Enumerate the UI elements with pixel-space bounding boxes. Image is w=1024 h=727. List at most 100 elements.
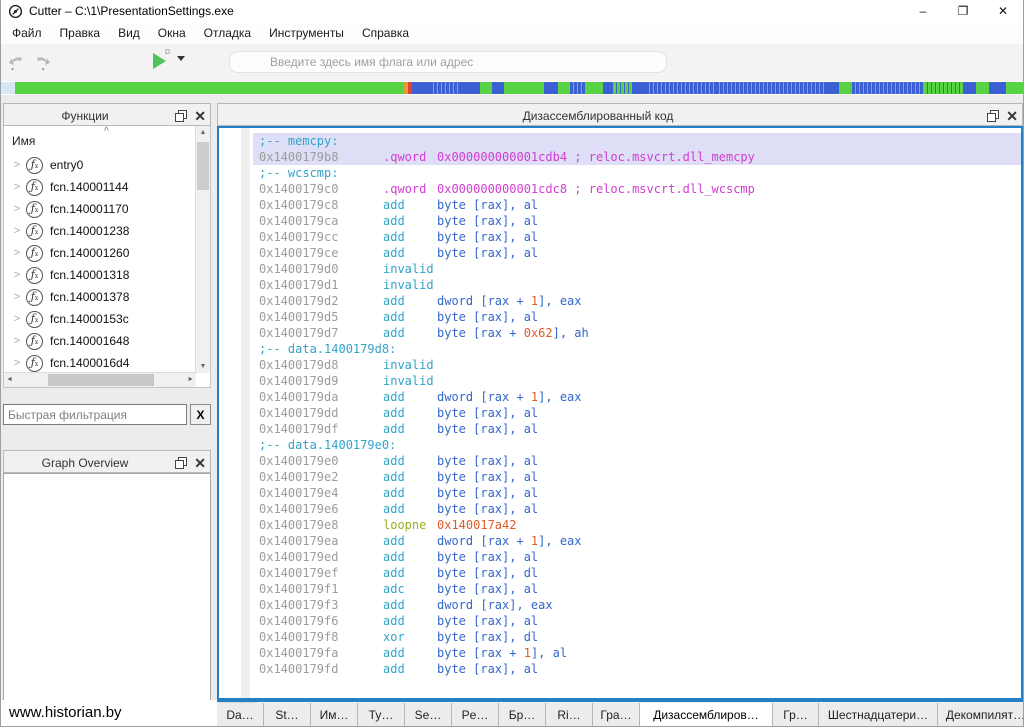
close-icon[interactable]: ✕	[1006, 109, 1018, 123]
filter-clear-button[interactable]: X	[190, 404, 211, 425]
disasm-line[interactable]: 0x1400179faaddbyte [rax + 1], al	[253, 645, 1021, 661]
disasm-line[interactable]: 0x1400179d2adddword [rax + 1], eax	[253, 293, 1021, 309]
tab-3[interactable]: Ту…	[358, 703, 405, 727]
back-button[interactable]	[6, 51, 28, 73]
undock-icon[interactable]	[175, 457, 187, 469]
disasm-line[interactable]: 0x1400179fdaddbyte [rax], al	[253, 661, 1021, 677]
disasm-line[interactable]: 0x1400179f6addbyte [rax], al	[253, 613, 1021, 629]
expand-chevron-icon[interactable]: >	[10, 159, 24, 171]
expand-chevron-icon[interactable]: >	[10, 291, 24, 303]
function-item[interactable]: >ƒxfcn.140001144	[4, 176, 195, 198]
disasm-line[interactable]: 0x1400179caaddbyte [rax], al	[253, 213, 1021, 229]
function-item[interactable]: >ƒxentry0	[4, 154, 195, 176]
scroll-left-icon[interactable]: ◄	[6, 376, 13, 383]
expand-chevron-icon[interactable]: >	[10, 269, 24, 281]
disasm-line[interactable]: 0x1400179e0addbyte [rax], al	[253, 453, 1021, 469]
graph-overview-canvas[interactable]	[3, 473, 211, 701]
disasm-line[interactable]: ;-- data.1400179e0:	[253, 437, 1021, 453]
disasm-line[interactable]: 0x1400179edaddbyte [rax], al	[253, 549, 1021, 565]
disasm-line[interactable]: 0x1400179e6addbyte [rax], al	[253, 501, 1021, 517]
disasm-line[interactable]: 0x1400179c0.qword0x000000000001cdc8 ; re…	[253, 181, 1021, 197]
expand-chevron-icon[interactable]: >	[10, 203, 24, 215]
undock-icon[interactable]	[175, 110, 187, 122]
close-icon[interactable]: ✕	[194, 456, 206, 470]
disasm-line[interactable]: 0x1400179b8.qword0x000000000001cdb4 ; re…	[253, 149, 1021, 165]
expand-chevron-icon[interactable]: >	[10, 313, 24, 325]
tab-6[interactable]: Бр…	[499, 703, 546, 727]
scroll-down-icon[interactable]: ▼	[196, 363, 210, 370]
address-minimap[interactable]	[1, 82, 1023, 94]
functions-horizontal-scrollbar[interactable]: ◄ ►	[4, 372, 196, 387]
menu-item-1[interactable]: Правка	[51, 24, 110, 42]
disasm-line[interactable]: ;-- memcpy:	[253, 133, 1021, 149]
tab-4[interactable]: Se…	[405, 703, 452, 727]
close-button[interactable]: ✕	[983, 0, 1023, 22]
forward-button[interactable]	[31, 51, 53, 73]
tab-0[interactable]: Da…	[217, 703, 264, 727]
vertical-scroll-thumb[interactable]	[197, 142, 209, 190]
disasm-line[interactable]: 0x1400179d9invalid	[253, 373, 1021, 389]
tab-8[interactable]: Гра…	[593, 703, 640, 727]
disassembly-view[interactable]: ;-- memcpy:0x1400179b8.qword0x0000000000…	[217, 126, 1023, 700]
expand-chevron-icon[interactable]: >	[10, 181, 24, 193]
disasm-line[interactable]: 0x1400179e8loopne0x140017a42	[253, 517, 1021, 533]
quick-filter-input[interactable]	[3, 404, 187, 425]
expand-chevron-icon[interactable]: >	[10, 225, 24, 237]
disasm-line[interactable]: ;-- wcscmp:	[253, 165, 1021, 181]
disasm-line[interactable]: 0x1400179ceaddbyte [rax], al	[253, 245, 1021, 261]
tab-2[interactable]: Им…	[311, 703, 358, 727]
tab-5[interactable]: Pe…	[452, 703, 499, 727]
minimize-button[interactable]: –	[903, 0, 943, 22]
disasm-line[interactable]: 0x1400179f1adcbyte [rax], al	[253, 581, 1021, 597]
scroll-up-icon[interactable]: ▲	[196, 129, 210, 136]
disasm-line[interactable]: 0x1400179d0invalid	[253, 261, 1021, 277]
debug-dropdown-caret[interactable]	[177, 56, 185, 61]
disasm-line[interactable]: ;-- data.1400179d8:	[253, 341, 1021, 357]
function-item[interactable]: >ƒxfcn.140001318	[4, 264, 195, 286]
expand-chevron-icon[interactable]: >	[10, 247, 24, 259]
tab-1[interactable]: St…	[264, 703, 311, 727]
disasm-line[interactable]: 0x1400179f8xorbyte [rax], dl	[253, 629, 1021, 645]
expand-chevron-icon[interactable]: >	[10, 357, 24, 369]
function-item[interactable]: >ƒxfcn.140001648	[4, 330, 195, 352]
restore-button[interactable]: ❐	[943, 0, 983, 22]
menu-item-2[interactable]: Вид	[109, 24, 149, 42]
menu-item-0[interactable]: Файл	[3, 24, 51, 42]
menu-item-6[interactable]: Справка	[353, 24, 418, 42]
disasm-line[interactable]: 0x1400179c8addbyte [rax], al	[253, 197, 1021, 213]
tab-11[interactable]: Шестнадцатери…	[819, 703, 938, 727]
function-item[interactable]: >ƒxfcn.1400016d4	[4, 352, 195, 374]
debug-start-button[interactable]: D	[153, 52, 193, 72]
disasm-line[interactable]: 0x1400179ccaddbyte [rax], al	[253, 229, 1021, 245]
disasm-line[interactable]: 0x1400179d1invalid	[253, 277, 1021, 293]
function-item[interactable]: >ƒxfcn.140001238	[4, 220, 195, 242]
disasm-line[interactable]: 0x1400179d7addbyte [rax + 0x62], ah	[253, 325, 1021, 341]
function-item[interactable]: >ƒxfcn.140001378	[4, 286, 195, 308]
close-icon[interactable]: ✕	[194, 109, 206, 123]
disasm-line[interactable]: 0x1400179ddaddbyte [rax], al	[253, 405, 1021, 421]
tab-12[interactable]: Декомпилят…	[938, 703, 1024, 727]
scroll-right-icon[interactable]: ►	[187, 376, 194, 383]
disasm-line[interactable]: 0x1400179efaddbyte [rax], dl	[253, 565, 1021, 581]
functions-column-header[interactable]: Имя	[12, 134, 35, 148]
disasm-line[interactable]: 0x1400179e4addbyte [rax], al	[253, 485, 1021, 501]
expand-chevron-icon[interactable]: >	[10, 335, 24, 347]
functions-vertical-scrollbar[interactable]: ▲ ▼	[195, 126, 210, 373]
disasm-line[interactable]: 0x1400179eaadddword [rax + 1], eax	[253, 533, 1021, 549]
function-item[interactable]: >ƒxfcn.140001260	[4, 242, 195, 264]
function-item[interactable]: >ƒxfcn.140001170	[4, 198, 195, 220]
disasm-line[interactable]: 0x1400179d8invalid	[253, 357, 1021, 373]
search-input[interactable]	[229, 51, 667, 73]
undock-icon[interactable]	[987, 110, 999, 122]
menu-item-5[interactable]: Инструменты	[260, 24, 353, 42]
function-item[interactable]: >ƒxfcn.14000153c	[4, 308, 195, 330]
disasm-line[interactable]: 0x1400179f3adddword [rax], eax	[253, 597, 1021, 613]
tab-10[interactable]: Гр…	[773, 703, 819, 727]
disasm-line[interactable]: 0x1400179daadddword [rax + 1], eax	[253, 389, 1021, 405]
disasm-line[interactable]: 0x1400179e2addbyte [rax], al	[253, 469, 1021, 485]
menu-item-3[interactable]: Окна	[149, 24, 195, 42]
disasm-line[interactable]: 0x1400179dfaddbyte [rax], al	[253, 421, 1021, 437]
horizontal-scroll-thumb[interactable]	[48, 374, 154, 386]
tab-7[interactable]: Ri…	[546, 703, 593, 727]
disasm-line[interactable]: 0x1400179d5addbyte [rax], al	[253, 309, 1021, 325]
